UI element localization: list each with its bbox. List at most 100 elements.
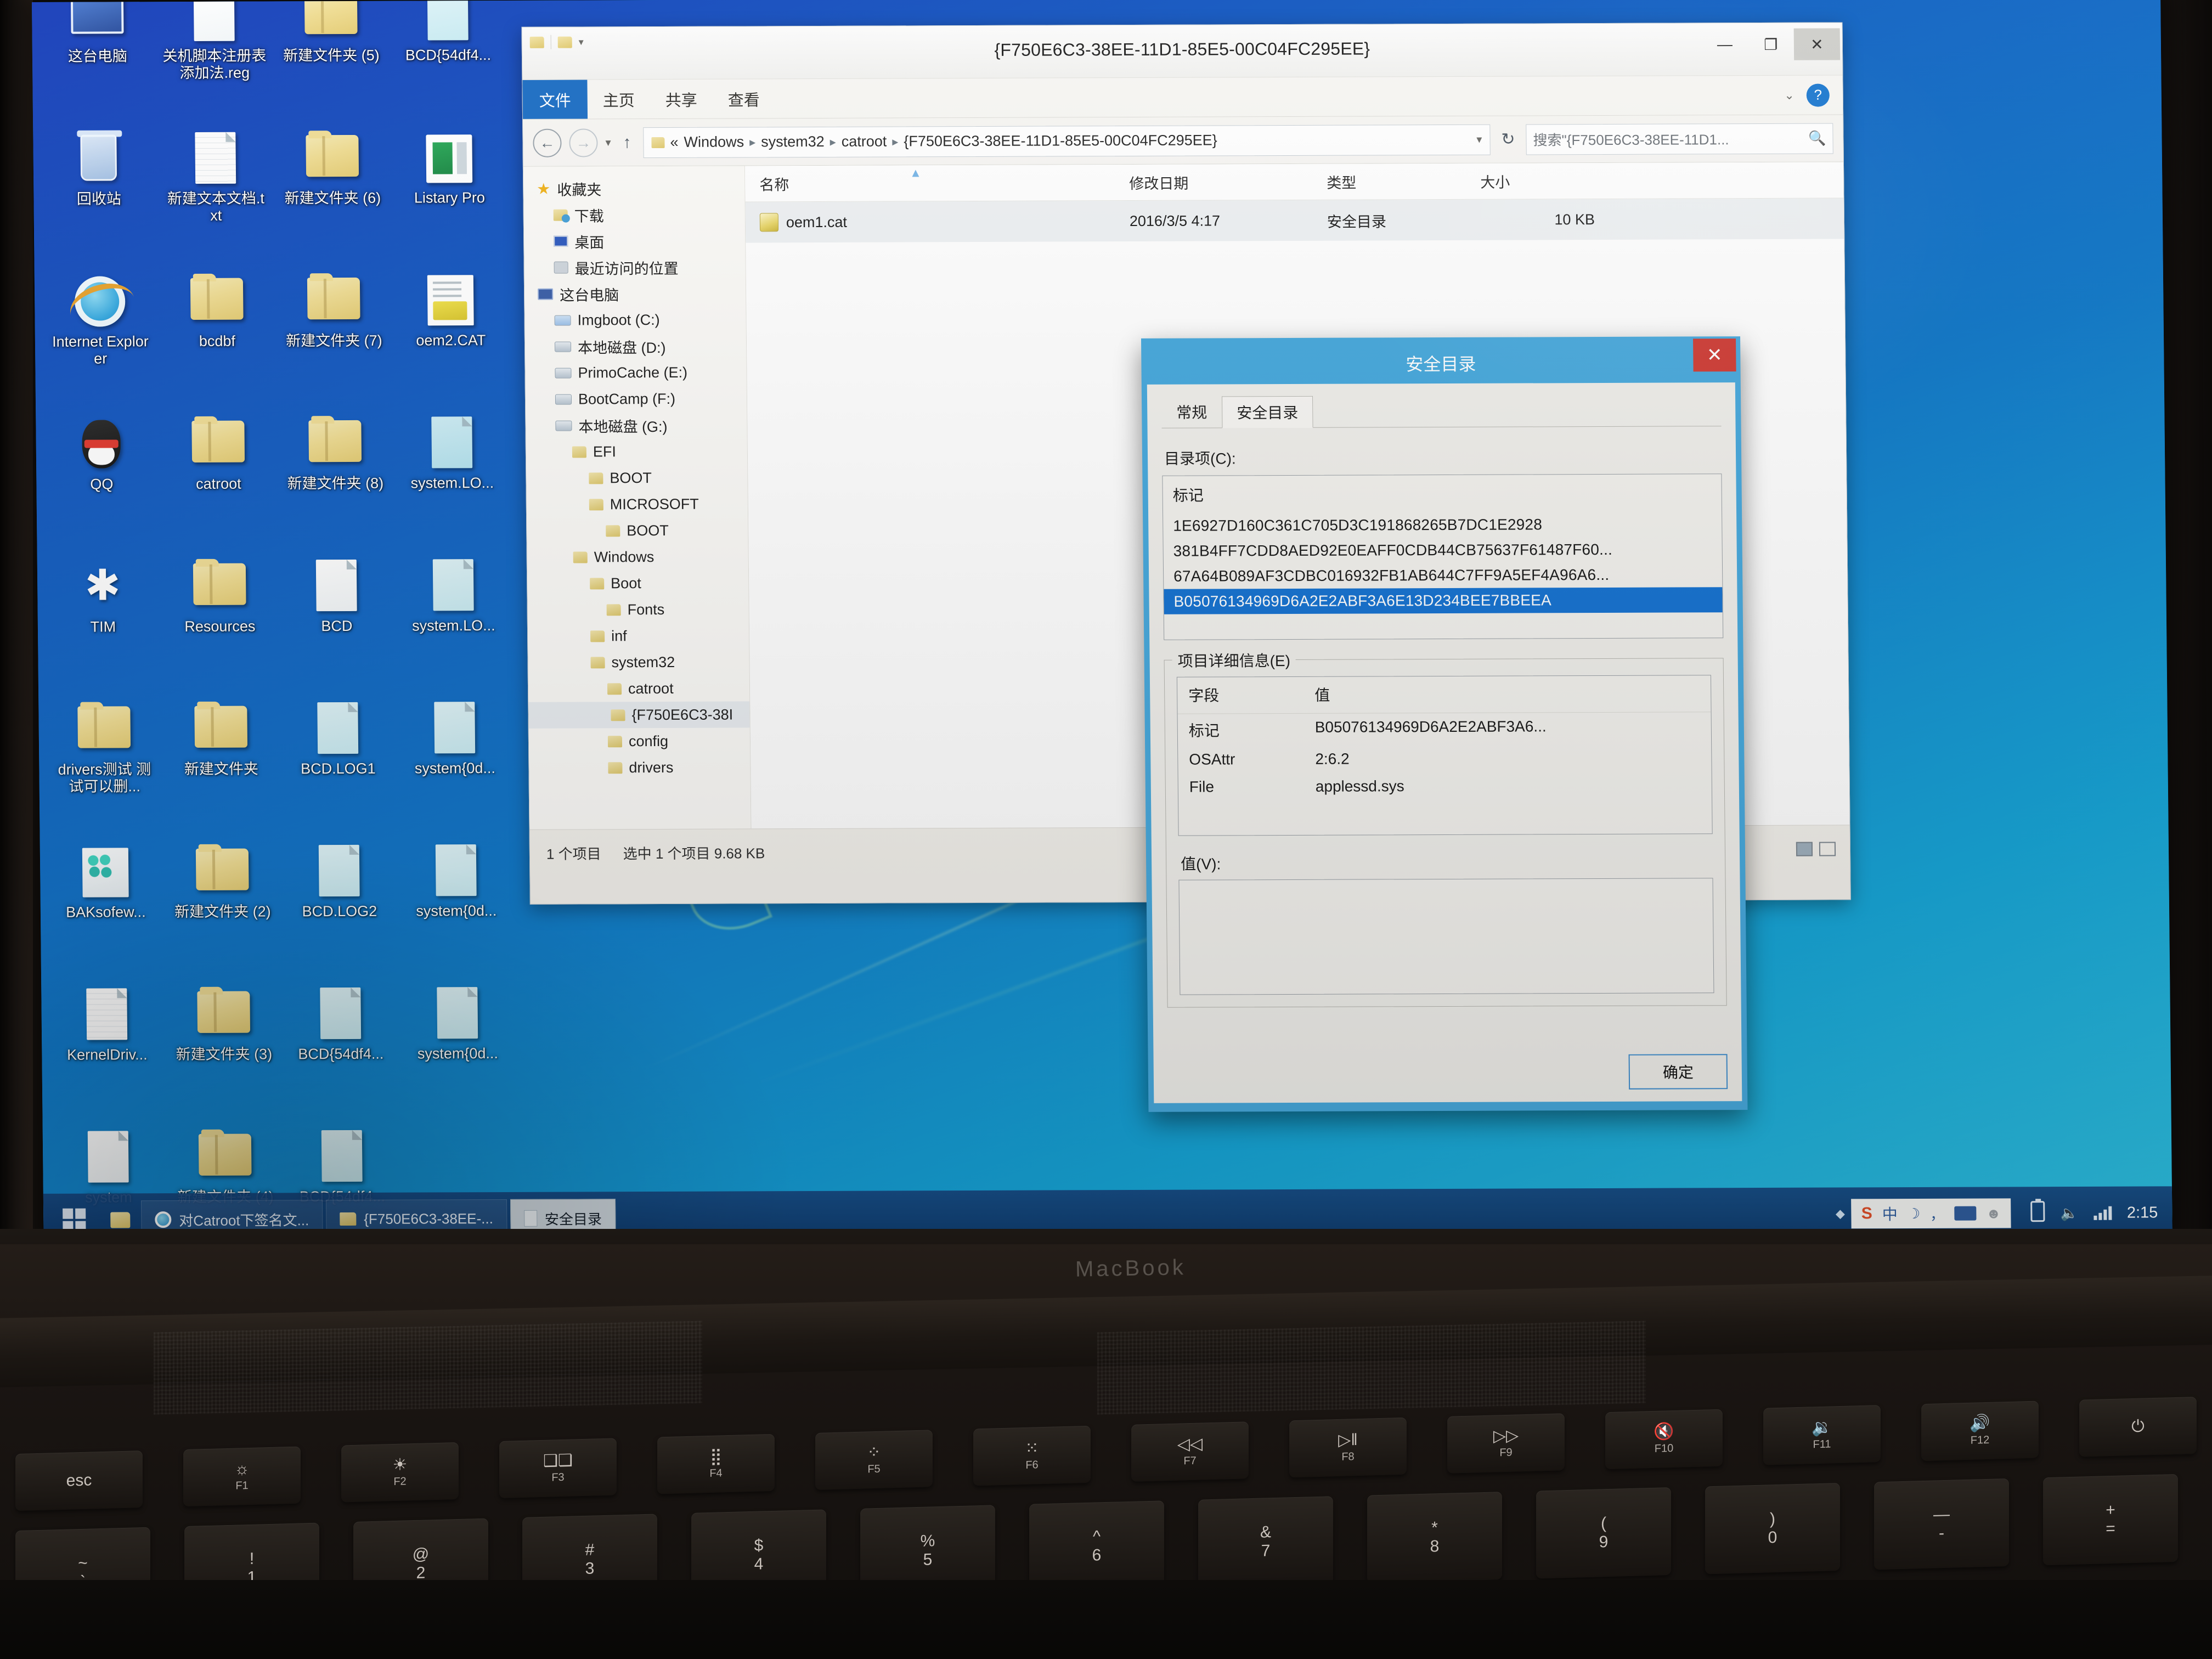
up-button[interactable]: ↑	[618, 133, 635, 152]
large-icons-view-icon[interactable]	[1819, 842, 1836, 856]
nav-tree-item[interactable]: BOOT	[539, 464, 747, 491]
help-icon[interactable]: ?	[1806, 83, 1830, 107]
breadcrumb-crumb-catroot[interactable]: catroot	[842, 133, 887, 150]
details-table[interactable]: 字段 值 标记 B05076134969D6A2E2ABF3A6... OSAt…	[1176, 675, 1713, 836]
nav-tree-item[interactable]: catroot	[541, 675, 749, 702]
breadcrumb-crumb-system32[interactable]: system32	[761, 133, 825, 150]
ribbon-tab-home[interactable]: 主页	[587, 80, 650, 119]
key-f7[interactable]: ◁◁ F7	[1131, 1421, 1249, 1482]
desktop-icon[interactable]: KernelDriv...	[54, 988, 159, 1063]
close-button[interactable]: ✕	[1793, 28, 1841, 60]
ime-user-icon[interactable]: ☻	[1986, 1205, 2001, 1222]
desktop-icon[interactable]: BCD{54df4...	[396, 0, 500, 64]
key-f11[interactable]: 🔉 F11	[1763, 1405, 1881, 1465]
soft-keyboard-icon[interactable]	[1954, 1206, 1977, 1221]
ribbon-right-controls[interactable]: ⌄ ?	[1784, 75, 1843, 114]
desktop-icon[interactable]: 关机脚本注册表添加法.reg	[162, 0, 267, 82]
desktop-icon[interactable]: ✱ TIM	[50, 560, 155, 635]
nav-tree-item[interactable]: Windows	[540, 543, 748, 570]
navigation-pane[interactable]: ★ 收藏夹 下载 桌面 最近访问的位置 这台电脑 Imgboot (C:) 本地磁盘 (D:)…	[523, 166, 752, 830]
sogou-ime-icon[interactable]: S	[1861, 1204, 1872, 1223]
desktop-icon[interactable]: system.LO...	[401, 559, 506, 634]
explorer-ribbon[interactable]: 文件 主页 共享 查看 ⌄ ?	[522, 75, 1843, 120]
refresh-icon[interactable]: ↻	[1498, 130, 1518, 149]
desktop-icon[interactable]: Listary Pro	[397, 131, 501, 206]
desktop-icon[interactable]: 新建文件夹 (8)	[283, 417, 387, 492]
key-6[interactable]: ^ 6	[1029, 1500, 1164, 1592]
dialog-tab-strip[interactable]: 常规 安全目录	[1161, 394, 1722, 428]
nav-tree-item[interactable]: PrimoCache (E:)	[538, 359, 746, 386]
nav-tree-item[interactable]: 桌面	[537, 227, 745, 254]
column-header-size[interactable]: 大小	[1480, 170, 1623, 192]
desktop-icon[interactable]: BCD.LOG2	[287, 844, 392, 920]
breadcrumb-crumb-guid[interactable]: {F750E6C3-38EE-11D1-85E5-00C04FC295EE}	[904, 132, 1217, 150]
battery-icon[interactable]	[2030, 1200, 2045, 1226]
address-dropdown-chevron-icon[interactable]: ▾	[1476, 133, 1482, 146]
forward-button[interactable]: →	[569, 128, 598, 157]
desktop-icon[interactable]: catroot	[166, 417, 270, 492]
key-f12[interactable]: 🔊 F12	[1921, 1401, 2039, 1462]
table-row[interactable]: OSAttr 2:6.2	[1178, 744, 1711, 773]
ime-punctuation-icon[interactable]: ，	[1930, 1203, 1944, 1223]
key-f8[interactable]: ▷ǁ F8	[1289, 1417, 1407, 1478]
list-item-selected[interactable]: B05076134969D6A2E2ABF3A6E13D234BEE7BBEEA	[1164, 587, 1723, 614]
desktop-icon[interactable]: 新建文件夹 (3)	[171, 988, 276, 1063]
desktop-icon[interactable]: system.LO...	[399, 416, 504, 492]
nav-tree-item[interactable]: drivers	[542, 754, 750, 781]
key-f5[interactable]: ⁘ F5	[815, 1430, 933, 1490]
desktop-icon[interactable]: BCD{54df4...	[288, 987, 393, 1063]
desktop-icon[interactable]: 新建文件夹 (7)	[281, 274, 386, 349]
table-row[interactable]: oem1.cat 2016/3/5 4:17 安全目录 10 KB	[745, 198, 1844, 243]
minimize-button[interactable]: —	[1702, 29, 1748, 60]
nav-tree-item[interactable]: Boot	[540, 569, 748, 596]
nav-tree-item[interactable]: inf	[541, 622, 749, 649]
ribbon-tab-view[interactable]: 查看	[712, 79, 775, 118]
nav-tree-item[interactable]: ★ 收藏夹	[537, 174, 744, 201]
desktop-icon[interactable]: 回收站	[46, 132, 151, 207]
desktop-icon[interactable]: 新建文件夹 (5)	[279, 0, 383, 64]
breadcrumb[interactable]: « Windows ▸ system32 ▸ catroot ▸ {F750E6…	[643, 124, 1491, 158]
desktop-icon[interactable]: BCD	[284, 559, 389, 635]
key-f4[interactable]: ⣿ F4	[657, 1434, 775, 1494]
explorer-address-bar[interactable]: ← → ▾ ↑ « Windows ▸ system32 ▸ catroot ▸…	[523, 115, 1843, 167]
file-list-header[interactable]: 名称 ▲ 修改日期 类型 大小	[744, 162, 1844, 202]
nav-tree-item[interactable]: system32	[541, 648, 749, 675]
desktop-icon[interactable]: 新建文件夹 (6)	[280, 132, 385, 207]
key-power[interactable]: ⏻	[2079, 1396, 2197, 1457]
desktop-icon[interactable]: system{0d...	[405, 987, 510, 1062]
key-f1[interactable]: ☼ F1	[183, 1446, 301, 1507]
ok-button[interactable]: 确定	[1628, 1054, 1728, 1090]
desktop-icon[interactable]: 这台电脑	[45, 0, 150, 65]
dialog-title-bar[interactable]: 安全目录 ✕	[1147, 338, 1736, 385]
nav-tree-item[interactable]: 最近访问的位置	[537, 253, 745, 280]
nav-tree-item[interactable]: {F750E6C3-38I	[528, 701, 750, 729]
column-header-name[interactable]: 名称 ▲	[745, 166, 1129, 194]
ime-moon-icon[interactable]: ☽	[1908, 1205, 1921, 1222]
column-header-modified[interactable]: 修改日期	[1129, 171, 1327, 193]
tab-security-catalog[interactable]: 安全目录	[1222, 396, 1313, 428]
nav-tree-item[interactable]: 本地磁盘 (G:)	[539, 411, 747, 438]
back-button[interactable]: ←	[533, 128, 562, 157]
desktop-icon[interactable]: BCD.LOG1	[285, 702, 390, 777]
nav-tree-item[interactable]: BOOT	[540, 517, 748, 544]
volume-icon[interactable]: 🔈	[2060, 1204, 2078, 1221]
desktop-icon[interactable]: drivers测试 测试可以删...	[52, 703, 157, 795]
key--[interactable]: — -	[1874, 1478, 2009, 1570]
network-icon[interactable]	[2093, 1206, 2112, 1220]
catalog-entries-list[interactable]: 标记 1E6927D160C361C705D3C191868265B7DC1E2…	[1162, 473, 1724, 640]
tab-general[interactable]: 常规	[1161, 396, 1222, 427]
table-row[interactable]: File applessd.sys	[1178, 771, 1712, 800]
desktop-icon[interactable]: oem2.CAT	[398, 274, 503, 349]
breadcrumb-crumb-windows[interactable]: Windows	[684, 133, 744, 150]
ime-mode-chinese[interactable]: 中	[1882, 1203, 1898, 1224]
key-f2[interactable]: ☀ F2	[341, 1442, 459, 1503]
nav-tree-item[interactable]: 下载	[537, 201, 745, 228]
explorer-title-bar[interactable]: ▾ {F750E6C3-38EE-11D1-85E5-00C04FC295EE}…	[522, 22, 1843, 80]
desktop-icon[interactable]: 新建文件夹 (2)	[170, 845, 275, 920]
file-name-cell[interactable]: oem1.cat	[746, 212, 1130, 232]
nav-tree-item[interactable]: 本地磁盘 (D:)	[538, 332, 746, 359]
nav-tree-item[interactable]: 这台电脑	[538, 280, 746, 307]
clock[interactable]: 2:15	[2127, 1204, 2158, 1222]
key-esc[interactable]: esc	[15, 1450, 143, 1511]
ribbon-tab-file[interactable]: 文件	[522, 80, 588, 119]
